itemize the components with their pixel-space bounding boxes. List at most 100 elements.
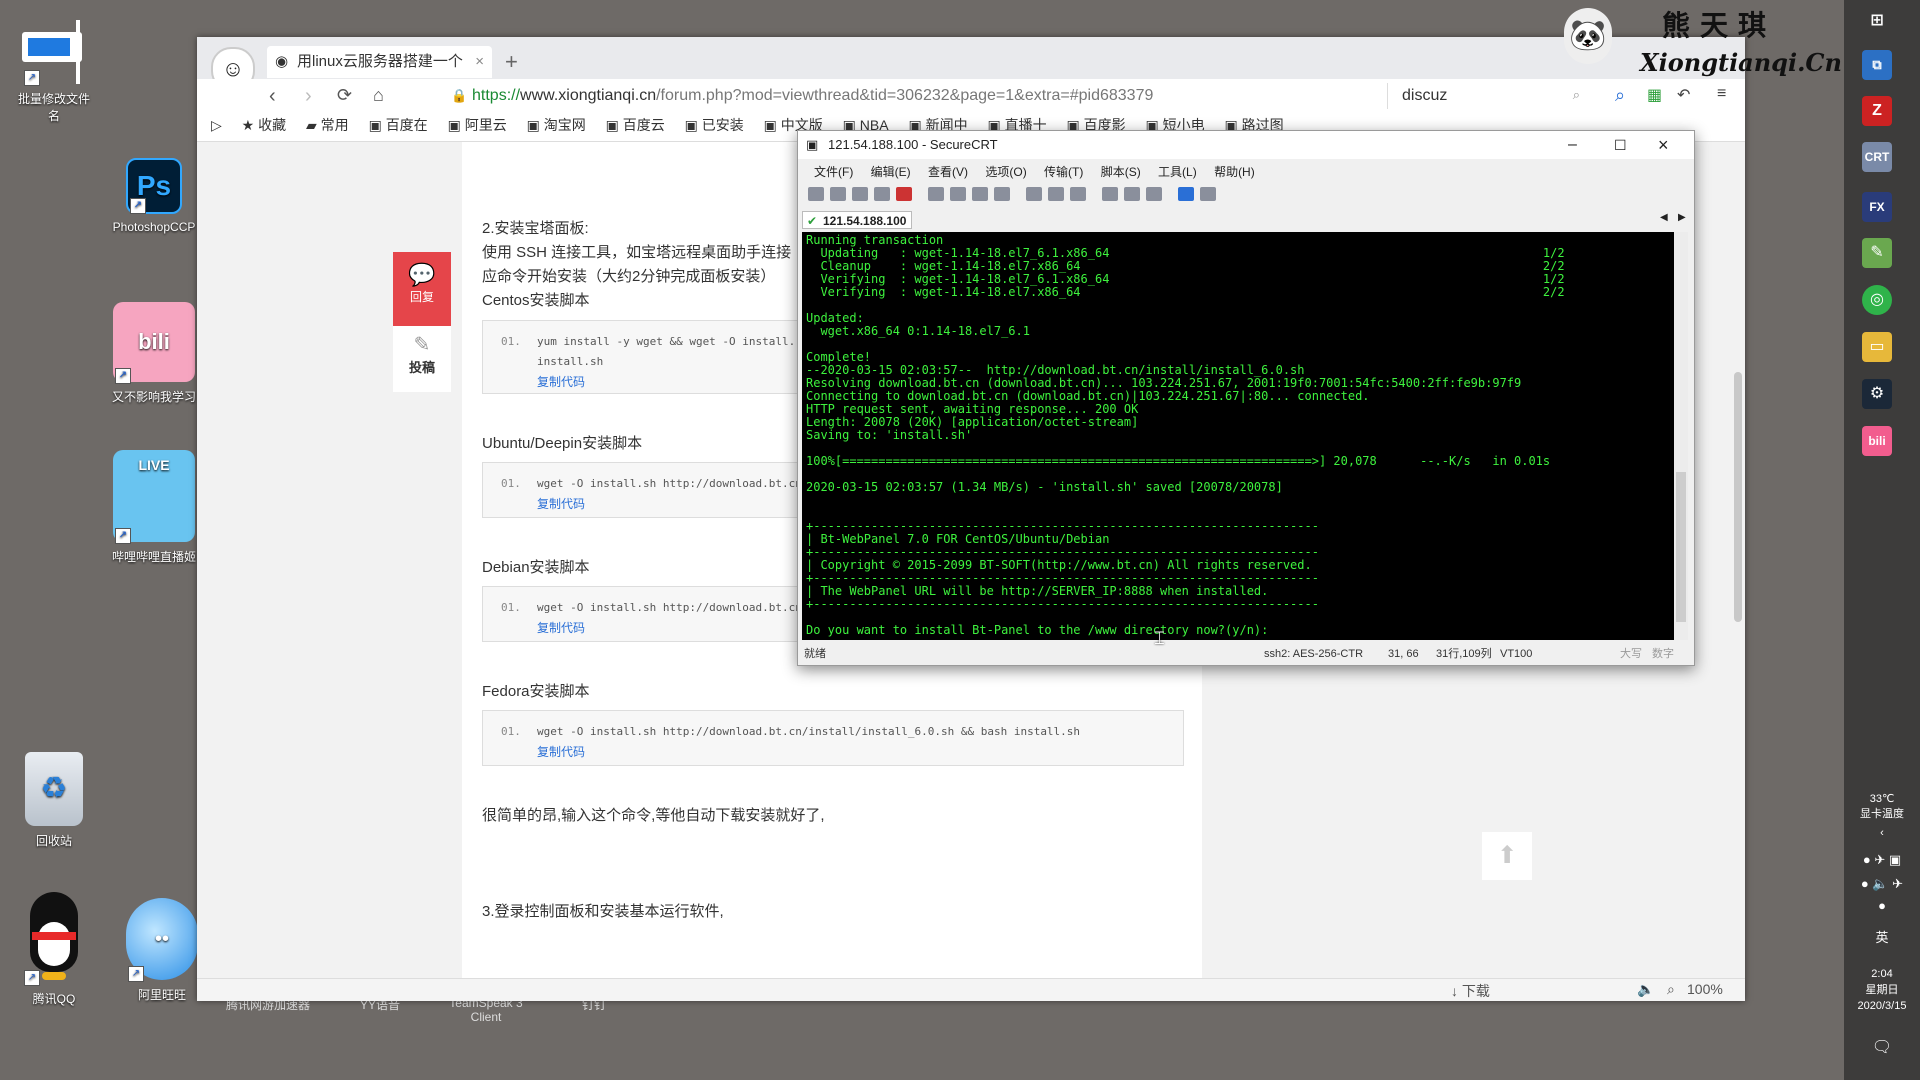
bookmark-item[interactable]: ▣ 阿里云 — [448, 115, 507, 135]
desktop-icon-recycle-bin[interactable]: ♻ 回收站 — [14, 752, 94, 849]
apps-grid-icon[interactable]: ▦ — [1647, 85, 1662, 105]
tab-scroll-right-icon[interactable]: ▶ — [1678, 212, 1686, 223]
disconnect-icon[interactable] — [896, 186, 912, 201]
file-explorer-icon[interactable]: ▭ — [1862, 332, 1892, 362]
menu-item[interactable]: 帮助(H) — [1214, 165, 1255, 179]
menu-item[interactable]: 脚本(S) — [1101, 165, 1141, 179]
bookmark-item[interactable]: ▣ 百度在 — [369, 115, 428, 135]
clock-time[interactable]: 2:04 — [1844, 967, 1920, 982]
search-input[interactable]: discuz — [1402, 87, 1447, 105]
desktop-icon-bilibili-up[interactable]: bili ↗ 又不影响我学习 — [112, 302, 196, 405]
terminal-scrollbar[interactable] — [1674, 232, 1688, 640]
code-text[interactable]: wget -O install.sh http://download.bt.cn… — [537, 725, 1080, 738]
copy-code-link[interactable]: 复制代码 — [537, 495, 585, 512]
menu-icon[interactable]: ≡ — [1717, 85, 1726, 103]
bilibili-taskbar-icon[interactable]: bili — [1862, 426, 1892, 456]
minimize-icon[interactable]: – — [1568, 131, 1577, 159]
bookmark-item[interactable]: ▣ 已安装 — [685, 115, 744, 135]
connect-tab-icon[interactable] — [852, 186, 868, 201]
code-text[interactable]: wget -O install.sh http://download.bt.cn — [537, 477, 802, 490]
clock-date[interactable]: 2020/3/15 — [1844, 999, 1920, 1014]
global-options-icon[interactable] — [1124, 186, 1140, 201]
keymap-icon[interactable] — [1146, 186, 1162, 201]
code-text[interactable]: install.sh — [537, 355, 603, 368]
desktop-icon-qq[interactable]: ↗ 腾讯QQ — [14, 892, 94, 1007]
quick-connect-icon[interactable] — [830, 186, 846, 201]
scrollbar-thumb[interactable] — [1676, 472, 1686, 622]
reconnect-icon[interactable] — [874, 186, 890, 201]
tray-icons-row3[interactable]: ● — [1844, 898, 1920, 913]
desktop-icon-bilibili-live[interactable]: LIVE ↗ 哔哩哔哩直播姬 — [112, 450, 196, 565]
new-tab-button[interactable]: + — [505, 49, 518, 75]
code-text[interactable]: yum install -y wget && wget -O install. — [537, 335, 795, 348]
desktop-icon-aliwangwang[interactable]: •• ↗ 阿里旺旺 — [122, 898, 202, 1003]
bookmark-item[interactable]: ▣ 淘宝网 — [527, 115, 586, 135]
clock-weekday[interactable]: 星期日 — [1844, 983, 1920, 998]
code-text[interactable]: wget -O install.sh http://download.bt.cn — [537, 601, 802, 614]
securefx-taskbar-icon[interactable]: FX — [1862, 192, 1892, 222]
copy-code-link[interactable]: 复制代码 — [537, 619, 585, 636]
printer-icon[interactable] — [1070, 186, 1086, 201]
back-to-top-button[interactable]: ⬆ — [1482, 832, 1532, 880]
paste-icon[interactable] — [950, 186, 966, 201]
bookmark-item[interactable]: ★ 收藏 — [242, 115, 286, 135]
post-button[interactable]: ✎ 投稿 — [393, 326, 451, 392]
desktop-icon-photoshop[interactable]: Ps ↗ PhotoshopCCP — [112, 158, 196, 234]
tab-close-icon[interactable]: × — [475, 46, 484, 78]
copy-code-link[interactable]: 复制代码 — [537, 373, 585, 390]
scrollbar-thumb[interactable] — [1734, 372, 1742, 622]
find-icon[interactable] — [994, 186, 1010, 201]
steam-icon[interactable]: ⚙ — [1862, 379, 1892, 409]
print-selection-icon[interactable] — [1048, 186, 1064, 201]
menu-item[interactable]: 编辑(E) — [871, 165, 911, 179]
session-tab[interactable]: ✔ 121.54.188.100 — [802, 211, 912, 229]
url-field[interactable]: https://www.xiongtianqi.cn/forum.php?mod… — [472, 87, 1153, 105]
print-icon[interactable] — [1026, 186, 1042, 201]
copy-paste-icon[interactable] — [972, 186, 988, 201]
volume-icon[interactable]: 🔈 — [1637, 981, 1654, 998]
search-icon[interactable]: ⌕ — [1573, 87, 1580, 103]
menu-item[interactable]: 传输(T) — [1044, 165, 1083, 179]
session-options-icon[interactable] — [1102, 186, 1118, 201]
tray-icons[interactable]: ● ✈ ▣ — [1844, 852, 1920, 867]
reply-button[interactable]: 💬 回复 — [393, 252, 451, 326]
copy-code-link[interactable]: 复制代码 — [537, 743, 585, 760]
tray-icons-row2[interactable]: ● 🔈 ✈ — [1844, 876, 1920, 891]
ime-indicator[interactable]: 英 — [1844, 930, 1920, 945]
menu-item[interactable]: 选项(O) — [985, 165, 1026, 179]
browser-tab-active[interactable]: ◉ 用linux云服务器搭建一个 × — [267, 46, 492, 78]
menu-item[interactable]: 文件(F) — [814, 165, 853, 179]
connect-icon[interactable] — [808, 186, 824, 201]
task-view-icon[interactable]: ⧉ — [1862, 50, 1892, 80]
help-icon[interactable] — [1178, 186, 1194, 201]
copy-icon[interactable] — [928, 186, 944, 201]
browser-taskbar-icon[interactable]: ◎ — [1862, 285, 1892, 315]
back-icon[interactable]: ‹ — [269, 85, 276, 108]
close-icon[interactable]: × — [1658, 131, 1669, 159]
tray-expand-icon[interactable]: ‹ — [1844, 826, 1920, 841]
menu-item[interactable]: 工具(L) — [1158, 165, 1197, 179]
windows-start-icon[interactable]: ⊞ — [1862, 6, 1892, 36]
notification-center-icon[interactable]: 🗨 — [1844, 1040, 1920, 1056]
zoom-level[interactable]: 100% — [1687, 981, 1723, 997]
page-scrollbar[interactable] — [1731, 142, 1745, 980]
desktop-icon-batch-rename[interactable]: ↗ 批量修改文件名 — [14, 20, 94, 124]
search-box[interactable]: discuz ⌕ — [1387, 83, 1588, 109]
securecrt-taskbar-icon[interactable]: CRT — [1862, 142, 1892, 172]
maximize-icon[interactable]: ☐ — [1614, 131, 1627, 159]
tab-scroll-left-icon[interactable]: ◀ — [1660, 212, 1668, 223]
bookmark-item[interactable]: ▰ 常用 — [306, 115, 349, 135]
forward-icon[interactable]: › — [305, 85, 312, 108]
refresh-icon[interactable]: ⟳ — [337, 85, 352, 106]
bookmark-item[interactable]: ▣ 百度云 — [606, 115, 665, 135]
terminal-screen[interactable]: Running transaction Updating : wget-1.14… — [802, 232, 1674, 640]
menu-item[interactable]: 查看(V) — [928, 165, 968, 179]
download-icon[interactable]: ↓ 下载 — [1451, 981, 1490, 1001]
sftp-icon[interactable] — [1200, 186, 1216, 201]
zoom-search-icon[interactable]: ⌕ — [1615, 85, 1625, 106]
undo-icon[interactable]: ↶ — [1677, 85, 1690, 105]
notepad-taskbar-icon[interactable]: ✎ — [1862, 238, 1892, 268]
home-icon[interactable]: ⌂ — [373, 85, 384, 106]
filezilla-icon[interactable]: Z — [1862, 96, 1892, 126]
bookmarks-expand-icon[interactable]: ▷ — [211, 117, 222, 134]
